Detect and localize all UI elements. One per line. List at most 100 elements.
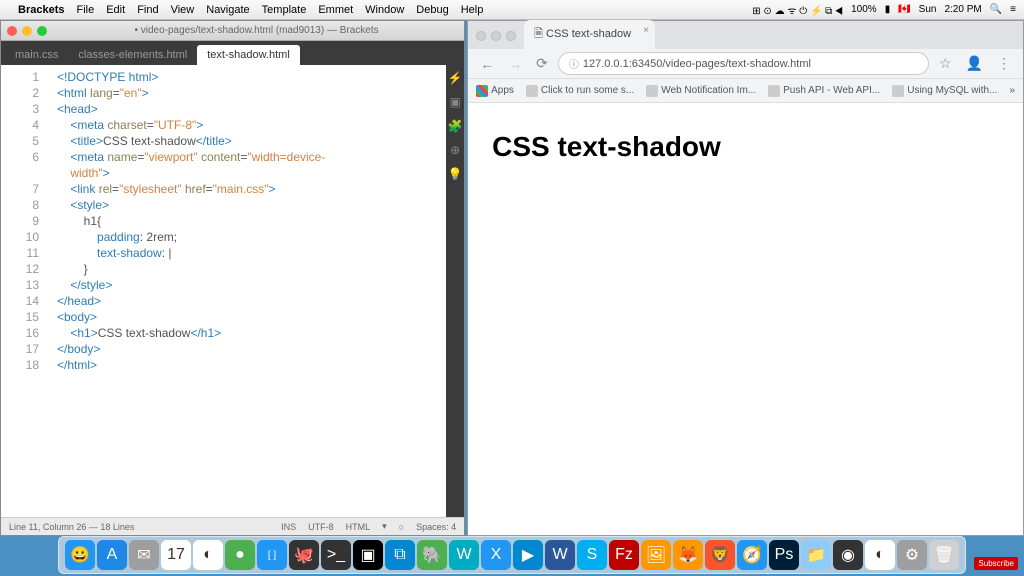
dock-calendar[interactable]: 17 <box>161 540 191 570</box>
code-area[interactable]: <!DOCTYPE html><html lang="en"><head> <m… <box>49 65 446 517</box>
dock-chrome[interactable]: ◐ <box>193 540 223 570</box>
menu-help[interactable]: Help <box>461 4 484 16</box>
subscribe-badge[interactable]: Subscribe <box>974 557 1018 570</box>
dock-chrome2[interactable]: ◐ <box>865 540 895 570</box>
dock-word[interactable]: W <box>545 540 575 570</box>
bookmark[interactable]: Push API - Web API... <box>768 85 880 97</box>
browser-tabstrip: 🗎 CSS text-shadow × <box>468 21 1023 49</box>
minimize-icon[interactable] <box>22 26 32 36</box>
bookmark[interactable]: Using MySQL with... <box>892 85 997 97</box>
page-content: CSS text-shadow <box>468 103 1023 535</box>
insert-mode[interactable]: INS <box>281 522 296 532</box>
browser-traffic-lights[interactable] <box>476 31 516 41</box>
window-title: • video-pages/text-shadow.html (mad9013)… <box>55 25 458 36</box>
menu-template[interactable]: Template <box>262 4 307 16</box>
menu-window[interactable]: Window <box>365 4 404 16</box>
search-icon[interactable]: 🔍 <box>990 4 1002 15</box>
dock-trash[interactable]: 🗑 <box>929 540 959 570</box>
close-icon[interactable] <box>7 26 17 36</box>
live-preview-icon[interactable]: ⚡ <box>448 71 463 85</box>
star-icon[interactable]: ☆ <box>935 55 956 72</box>
menu-icon[interactable]: ⋮ <box>993 55 1015 72</box>
plugin-icon[interactable]: 🧩 <box>448 119 463 133</box>
dock-webstorm[interactable]: W <box>449 540 479 570</box>
dock-github[interactable]: 🐙 <box>289 540 319 570</box>
bookmarks-overflow-icon[interactable]: » <box>1009 85 1015 96</box>
time: 2:20 PM <box>944 4 981 15</box>
macos-menubar: Brackets File Edit Find View Navigate Templat… <box>0 0 1024 20</box>
minimize-icon[interactable] <box>491 31 501 41</box>
menu-debug[interactable]: Debug <box>416 4 448 16</box>
extensions-icon[interactable]: ▣ <box>449 95 460 109</box>
hint-icon[interactable]: 💡 <box>448 167 463 181</box>
brackets-window: • video-pages/text-shadow.html (mad9013)… <box>0 20 465 536</box>
tab-title: CSS text-shadow <box>546 28 631 40</box>
dock-mail[interactable]: ✉ <box>129 540 159 570</box>
dock-folder[interactable]: 📁 <box>801 540 831 570</box>
bookmark[interactable]: Click to run some s... <box>526 85 634 97</box>
chrome-window: 🗎 CSS text-shadow × ← → ⟳ ⓘ 127.0.0.1:63… <box>467 20 1024 536</box>
editor-sidebar: ⚡ ▣ 🧩 ⊕ 💡 <box>446 65 464 517</box>
cursor-position: Line 11, Column 26 — 18 Lines <box>9 522 134 532</box>
bookmark[interactable]: Web Notification Im... <box>646 85 756 97</box>
flag-icon: 🇨🇦 <box>898 4 910 15</box>
forward-icon[interactable]: → <box>504 56 526 72</box>
language[interactable]: HTML <box>346 522 371 532</box>
day: Sun <box>919 4 937 15</box>
dock-appstore[interactable]: A <box>97 540 127 570</box>
dock-evernote[interactable]: 🐘 <box>417 540 447 570</box>
dock-terminal[interactable]: >_ <box>321 540 351 570</box>
menu-navigate[interactable]: Navigate <box>206 4 249 16</box>
macos-dock: 😀A✉17◐●[ ]🐙>_▣⧉🐘WX▶WSFz🖼🦊🦁🧭Ps📁◉◐⚙🗑 <box>0 536 1024 576</box>
info-icon[interactable]: ⓘ <box>569 56 579 71</box>
back-icon[interactable]: ← <box>476 56 498 72</box>
menu-icon[interactable]: ≡ <box>1010 4 1016 15</box>
dock-finder[interactable]: 😀 <box>65 540 95 570</box>
editor-statusbar: Line 11, Column 26 — 18 Lines INS UTF-8 … <box>1 517 464 535</box>
tab-main-css[interactable]: main.css <box>5 45 68 65</box>
traffic-lights[interactable] <box>7 26 47 36</box>
dock-brave[interactable]: 🦁 <box>705 540 735 570</box>
dock-xcode[interactable]: X <box>481 540 511 570</box>
profile-icon[interactable]: 👤 <box>962 55 987 72</box>
dock-safari[interactable]: 🧭 <box>737 540 767 570</box>
debug-icon[interactable]: ⊕ <box>450 143 460 157</box>
battery-icon: ▮ <box>885 4 891 15</box>
lint-status[interactable]: ○ <box>399 522 404 532</box>
dock-vscode[interactable]: ⧉ <box>385 540 415 570</box>
dock-brackets[interactable]: [ ] <box>257 540 287 570</box>
dock-photoshop[interactable]: Ps <box>769 540 799 570</box>
app-name[interactable]: Brackets <box>18 4 64 16</box>
menu-file[interactable]: File <box>76 4 94 16</box>
url-field[interactable]: ⓘ 127.0.0.1:63450/video-pages/text-shado… <box>558 52 929 75</box>
dock-keynote[interactable]: ▶ <box>513 540 543 570</box>
status-icons: ⊞ ⊙ ☁ ᯤ ⏻ ⚡ ⧉ ◀ <box>752 3 843 17</box>
dock-firefox[interactable]: 🦊 <box>673 540 703 570</box>
editor-titlebar[interactable]: • video-pages/text-shadow.html (mad9013)… <box>1 21 464 41</box>
dock-filezilla[interactable]: Fz <box>609 540 639 570</box>
menu-find[interactable]: Find <box>137 4 158 16</box>
dock-preview[interactable]: 🖼 <box>641 540 671 570</box>
line-gutter: 123456 789101112131415161718 <box>1 65 49 517</box>
maximize-icon[interactable] <box>506 31 516 41</box>
tab-text-shadow-html[interactable]: text-shadow.html <box>197 45 300 65</box>
tab-classes-elements-html[interactable]: classes-elements.html <box>68 45 197 65</box>
dock-hyper[interactable]: ▣ <box>353 540 383 570</box>
browser-tab[interactable]: 🗎 CSS text-shadow × <box>524 20 655 49</box>
reload-icon[interactable]: ⟳ <box>532 55 552 72</box>
dock-settings[interactable]: ⚙ <box>897 540 927 570</box>
indent[interactable]: Spaces: 4 <box>416 522 456 532</box>
apps-button[interactable]: Apps <box>476 85 514 97</box>
dock-skype[interactable]: S <box>577 540 607 570</box>
close-icon[interactable] <box>476 31 486 41</box>
maximize-icon[interactable] <box>37 26 47 36</box>
editor-tabs: main.cssclasses-elements.htmltext-shadow… <box>1 41 464 65</box>
menu-edit[interactable]: Edit <box>106 4 125 16</box>
menu-emmet[interactable]: Emmet <box>318 4 353 16</box>
menu-view[interactable]: View <box>171 4 195 16</box>
dock-obs[interactable]: ◉ <box>833 540 863 570</box>
dock-mongodb[interactable]: ● <box>225 540 255 570</box>
address-bar: ← → ⟳ ⓘ 127.0.0.1:63450/video-pages/text… <box>468 49 1023 79</box>
close-tab-icon[interactable]: × <box>643 25 649 36</box>
encoding[interactable]: UTF-8 <box>308 522 334 532</box>
